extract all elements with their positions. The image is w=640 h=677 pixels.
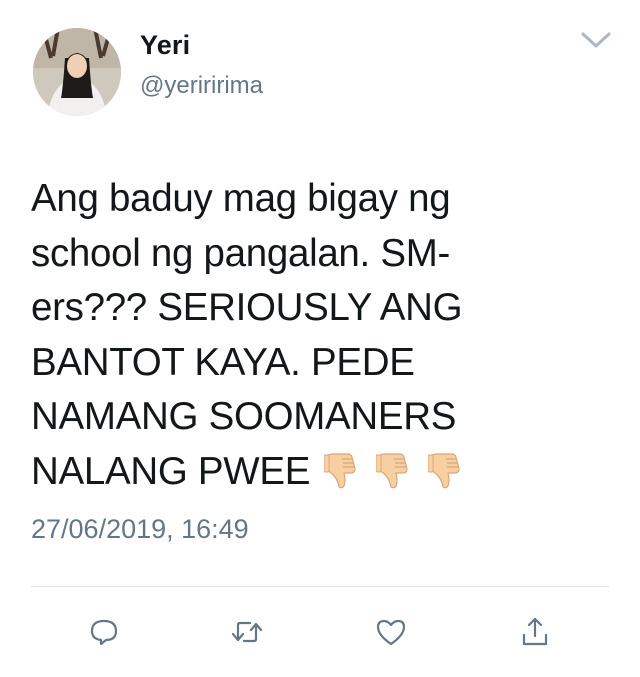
- like-button[interactable]: [371, 612, 411, 652]
- tweet-text: Ang baduy mag bigay ng school ng pangala…: [31, 172, 591, 501]
- tweet-text-line: BANTOT KAYA. PEDE: [31, 340, 415, 384]
- tweet-text-line: NALANG PWEE: [31, 449, 311, 493]
- tweet-text-line: school ng pangalan. SM-: [31, 231, 451, 275]
- avatar-photo: [33, 28, 121, 116]
- emoji-row: [324, 442, 480, 497]
- tweet-timestamp[interactable]: 27/06/2019, 16:49: [31, 514, 249, 545]
- tweet-text-line: ers??? SERIOUSLY ANG: [31, 286, 463, 329]
- display-name[interactable]: Yeri: [140, 30, 190, 61]
- chevron-down-icon[interactable]: [580, 30, 612, 52]
- divider: [31, 586, 609, 587]
- tweet-text-line: Ang baduy mag bigay ng: [31, 177, 451, 220]
- reply-button[interactable]: [84, 612, 124, 652]
- share-button[interactable]: [515, 612, 555, 652]
- reply-icon: [90, 619, 118, 646]
- thumbs-down-emoji: [376, 453, 408, 489]
- avatar[interactable]: [33, 28, 121, 116]
- tweet-text-line-last: NALANG PWEE: [31, 445, 591, 501]
- tweet-text-line: NAMANG SOOMANERS: [31, 395, 457, 438]
- retweet-icon: [231, 621, 263, 643]
- retweet-button[interactable]: [227, 612, 267, 652]
- thumbs-down-emoji: [324, 453, 356, 489]
- thumbs-down-emoji: [428, 453, 460, 489]
- heart-icon: [376, 619, 406, 646]
- user-handle[interactable]: @yeriririma: [140, 72, 263, 100]
- tweet-card: Yeri @yeriririma Ang baduy mag bigay ng …: [0, 0, 640, 677]
- share-icon: [522, 617, 548, 646]
